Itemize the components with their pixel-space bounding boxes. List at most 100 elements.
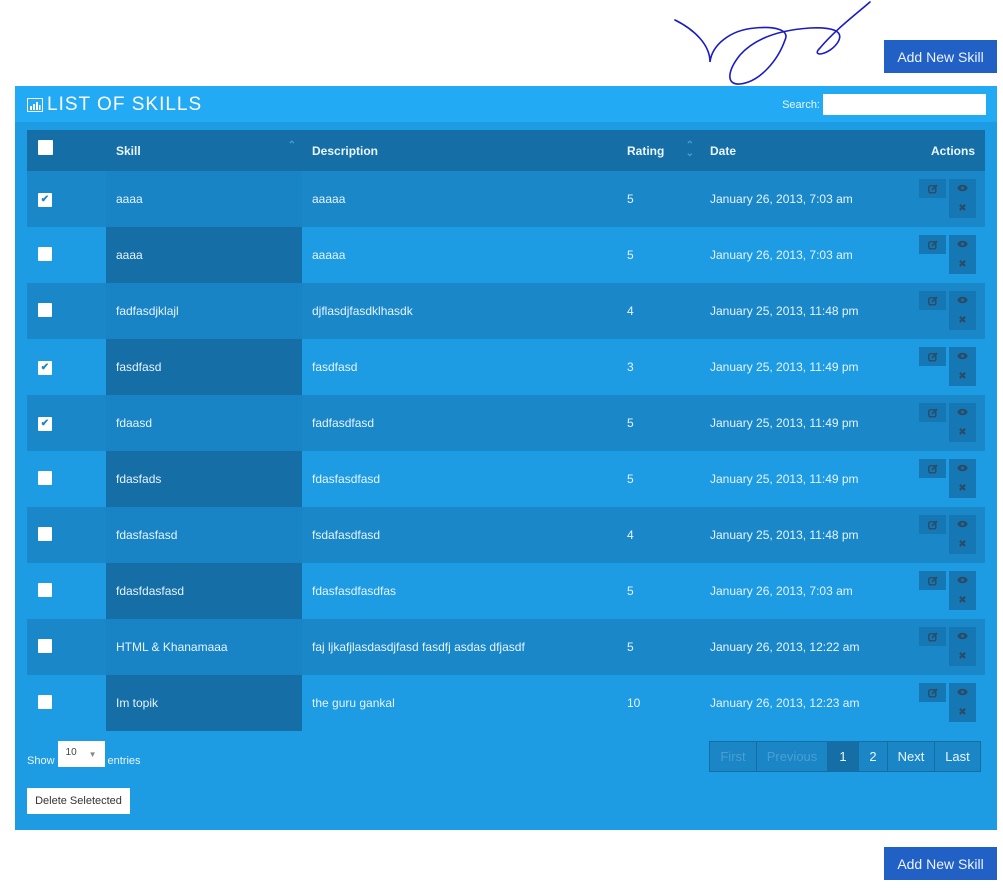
delete-icon[interactable]: ✖: [958, 259, 966, 270]
add-new-skill-button-top[interactable]: Add New Skill: [884, 40, 997, 73]
row-checkbox[interactable]: [38, 470, 52, 485]
view-delete-group: ✖: [949, 571, 976, 610]
view-delete-group: ✖: [949, 235, 976, 274]
pagination-previous-button[interactable]: Previous: [756, 741, 828, 772]
actions-cell: ✖: [905, 283, 985, 339]
edit-icon: [927, 351, 938, 361]
row-checkbox[interactable]: ✔: [38, 361, 52, 375]
edit-button[interactable]: [919, 291, 946, 310]
edit-button[interactable]: [919, 347, 946, 366]
search-label: Search:: [782, 98, 820, 111]
actions-cell: ✖: [905, 395, 985, 451]
date-cell: January 25, 2013, 11:49 pm: [700, 339, 905, 395]
edit-icon: [927, 463, 938, 473]
column-header-skill[interactable]: Skill ⌃: [106, 130, 302, 171]
delete-selected-button[interactable]: Delete Seletected: [27, 788, 130, 814]
delete-icon[interactable]: ✖: [958, 371, 966, 382]
description-cell: fadfasdfasd: [302, 395, 617, 451]
column-header-actions-label: Actions: [930, 143, 975, 158]
row-select-cell: [27, 283, 106, 339]
checkmark-icon: ✔: [40, 418, 50, 429]
panel-header: LIST OF SKILLS Search:: [15, 86, 997, 122]
panel-title-text: LIST OF SKILLS: [47, 94, 203, 115]
row-checkbox[interactable]: [38, 526, 52, 541]
edit-button[interactable]: [919, 179, 946, 198]
description-cell: fdasfasdfasd: [302, 451, 617, 507]
description-cell: fasdfasd: [302, 339, 617, 395]
edit-button[interactable]: [919, 235, 946, 254]
view-icon[interactable]: [957, 688, 968, 699]
page-size-control: Show 10 ▼ entries: [27, 741, 141, 767]
row-checkbox[interactable]: ✔: [38, 193, 52, 207]
delete-icon[interactable]: ✖: [958, 595, 966, 606]
pagination-next-button[interactable]: Next: [887, 741, 935, 772]
view-delete-group: ✖: [949, 347, 976, 386]
edit-button[interactable]: [919, 459, 946, 478]
search-input[interactable]: [823, 94, 986, 115]
skills-panel: LIST OF SKILLS Search: Skill ⌃ Descripti…: [15, 86, 997, 830]
column-header-date[interactable]: Date: [700, 130, 905, 171]
delete-icon[interactable]: ✖: [958, 315, 966, 326]
column-header-date-label: Date: [710, 143, 737, 158]
delete-icon[interactable]: ✖: [958, 203, 966, 214]
page-size-value: 10: [65, 747, 77, 758]
select-all-checkbox[interactable]: [38, 139, 53, 155]
row-select-cell: [27, 227, 106, 283]
row-checkbox[interactable]: [38, 638, 52, 653]
skill-cell: fdasfdasfasd: [106, 563, 302, 619]
delete-icon[interactable]: ✖: [958, 427, 966, 438]
row-checkbox[interactable]: [38, 582, 52, 597]
column-header-description-label: Description: [312, 143, 379, 158]
edit-button[interactable]: [919, 683, 946, 702]
row-checkbox[interactable]: [38, 246, 52, 261]
edit-button[interactable]: [919, 403, 946, 422]
rating-cell: 5: [617, 171, 700, 227]
view-icon[interactable]: [957, 240, 968, 251]
view-icon[interactable]: [957, 520, 968, 531]
column-header-skill-label: Skill: [116, 143, 141, 158]
pagination-last-button[interactable]: Last: [934, 741, 981, 772]
view-icon[interactable]: [957, 464, 968, 475]
edit-button[interactable]: [919, 571, 946, 590]
delete-icon[interactable]: ✖: [958, 707, 966, 718]
view-icon[interactable]: [957, 352, 968, 363]
pagination-2-button[interactable]: 2: [858, 741, 888, 772]
search-box: Search:: [782, 94, 986, 115]
view-icon[interactable]: [957, 632, 968, 643]
panel-title: LIST OF SKILLS: [27, 94, 202, 116]
description-cell: djflasdjfasdklhasdk: [302, 283, 617, 339]
edit-button[interactable]: [919, 515, 946, 534]
checkmark-icon: ✔: [40, 194, 50, 205]
column-header-description[interactable]: Description: [302, 130, 617, 171]
bar-chart-icon: [27, 98, 43, 112]
row-select-cell: [27, 451, 106, 507]
actions-cell: ✖: [905, 563, 985, 619]
row-checkbox[interactable]: ✔: [38, 417, 52, 431]
table-row: fdasfdasfasd fdasfasdfasdfas 5 January 26, …: [27, 563, 985, 619]
row-select-cell: [27, 619, 106, 675]
delete-icon[interactable]: ✖: [958, 539, 966, 550]
page-size-select[interactable]: 10 ▼: [57, 741, 105, 767]
view-icon[interactable]: [957, 296, 968, 307]
edit-button[interactable]: [919, 627, 946, 646]
delete-icon[interactable]: ✖: [958, 651, 966, 662]
column-header-rating-label: Rating: [627, 143, 665, 158]
date-cell: January 25, 2013, 11:48 pm: [700, 507, 905, 563]
column-header-rating[interactable]: Rating ⌃ ⌄: [617, 130, 700, 171]
delete-icon[interactable]: ✖: [958, 483, 966, 494]
skill-cell: fdasfasfasd: [106, 507, 302, 563]
row-checkbox[interactable]: [38, 694, 52, 709]
view-delete-group: ✖: [949, 627, 976, 666]
edit-icon: [927, 631, 938, 641]
view-icon[interactable]: [957, 408, 968, 419]
row-checkbox[interactable]: [38, 302, 52, 317]
pagination-first-button[interactable]: First: [709, 741, 757, 772]
sort-both-icon[interactable]: ⌃ ⌄: [686, 141, 694, 159]
sort-asc-icon[interactable]: ⌃: [288, 141, 296, 151]
add-new-skill-button-bottom[interactable]: Add New Skill: [884, 847, 997, 880]
table-row: fdasfasfasd fsdafasdfasd 4 January 25, 2013…: [27, 507, 985, 563]
view-icon[interactable]: [957, 576, 968, 587]
pagination-1-button[interactable]: 1: [827, 741, 859, 772]
description-cell: faj ljkafjlasdasdjfasd fasdfj asdas dfja…: [302, 619, 617, 675]
view-icon[interactable]: [957, 184, 968, 195]
